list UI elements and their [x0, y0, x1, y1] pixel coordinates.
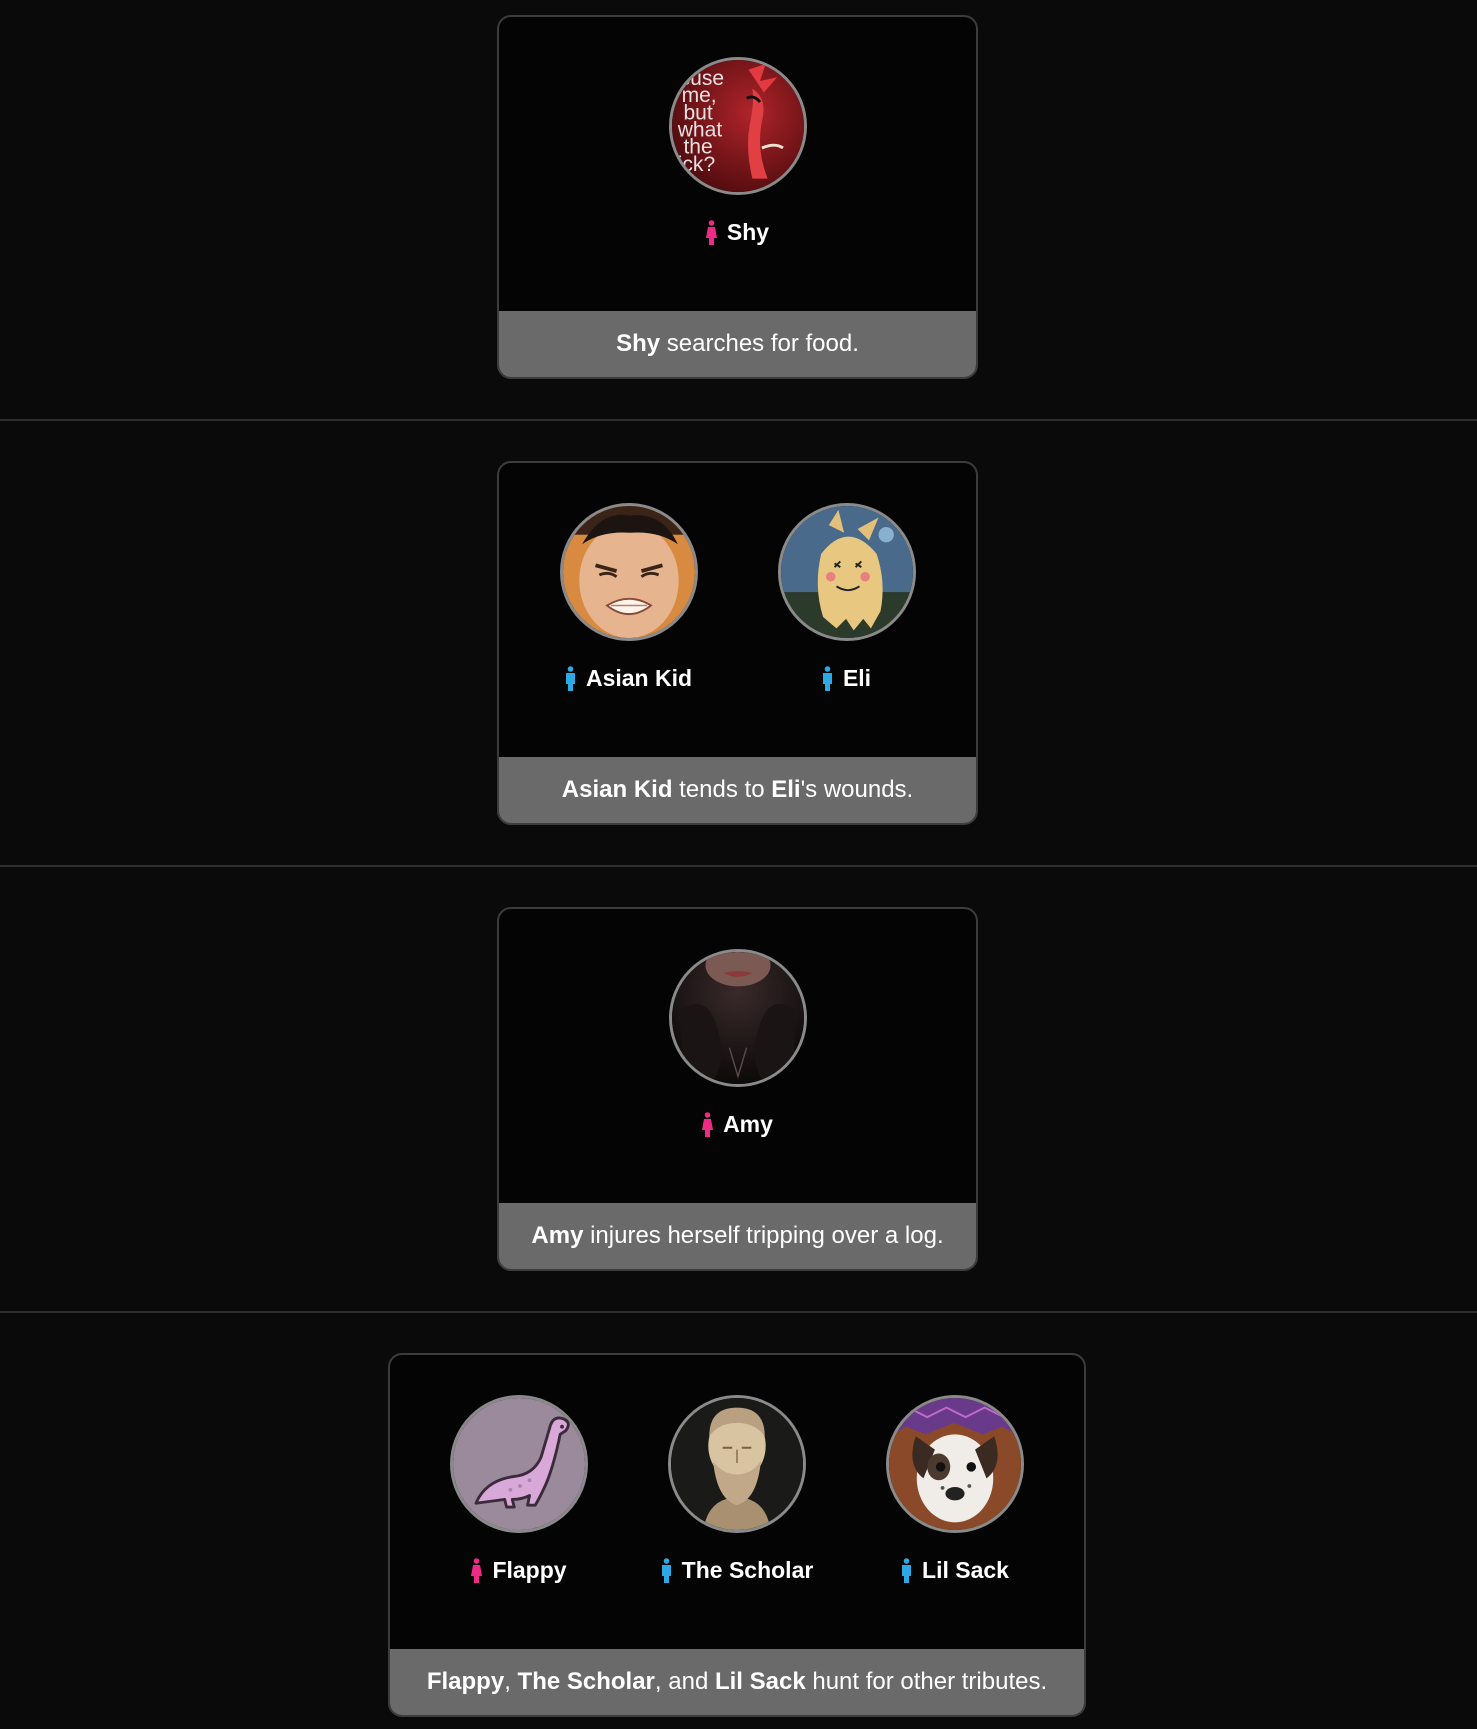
tribute-name-row: Amy [702, 1111, 773, 1138]
tribute-avatar [668, 1395, 806, 1533]
female-icon [702, 1111, 714, 1137]
tribute: Eli [738, 503, 956, 692]
tribute-name: Shy [726, 219, 770, 245]
event-caption: Amy injures herself tripping over a log. [499, 1203, 976, 1269]
svg-text:ick?: ick? [677, 153, 714, 176]
tribute-list: cuse me, but what the ick? Shy [499, 57, 976, 246]
male-icon [822, 665, 832, 691]
pink-dinosaur-avatar-icon [453, 1398, 585, 1530]
caption-part: Shy [616, 330, 661, 357]
dog-avatar-icon [889, 1398, 1021, 1530]
grimacing-face-avatar-icon [562, 506, 695, 638]
bust-statue-avatar-icon [671, 1398, 803, 1530]
caption-part: , and [654, 1668, 715, 1695]
section-divider [0, 1311, 1477, 1313]
caption-part: searches for food. [660, 330, 859, 357]
male-icon [661, 1557, 671, 1583]
tribute-name-row: Asian Kid [565, 665, 692, 692]
tribute-name: The Scholar [681, 1557, 814, 1583]
tribute-name-row: Lil Sack [901, 1557, 1009, 1584]
event-section-3: Amy Amy injures herself tripping over a … [0, 892, 1477, 1338]
caption-part: Lil Sack [714, 1668, 806, 1695]
event-caption: Flappy, The Scholar, and Lil Sack hunt f… [390, 1649, 1084, 1715]
tribute-name: Asian Kid [585, 665, 693, 691]
tribute-avatar [886, 1395, 1024, 1533]
caption-part: , [504, 1668, 518, 1695]
tribute-avatar [450, 1395, 588, 1533]
tribute-avatar: cuse me, but what the ick? [668, 57, 807, 195]
event-card: Flappy The Scholar Lil Sack Flappy , The… [388, 1353, 1086, 1717]
tribute-name-row: The Scholar [661, 1557, 814, 1584]
tribute-name: Lil Sack [922, 1557, 1009, 1583]
tribute: The Scholar [628, 1395, 846, 1584]
demon-meme-avatar-icon: cuse me, but what the ick? [671, 60, 804, 192]
tribute: Asian Kid [520, 503, 738, 692]
caption-part: tends to [672, 776, 772, 803]
tribute-list: Flappy The Scholar Lil Sack [390, 1395, 1084, 1584]
tribute-name-row: Shy [705, 219, 770, 246]
tribute-name-row: Flappy [471, 1557, 567, 1584]
female-icon [471, 1557, 483, 1583]
female-icon [705, 219, 717, 245]
tribute: Lil Sack [846, 1395, 1064, 1584]
caption-part: The Scholar [517, 1668, 655, 1695]
caption-part: hunt for other tributes. [805, 1668, 1048, 1695]
tribute: Amy [629, 949, 847, 1138]
tribute: Flappy [410, 1395, 628, 1584]
event-card: cuse me, but what the ick? Shy Shy searc… [497, 15, 978, 379]
tribute-avatar [559, 503, 698, 641]
event-card: Amy Amy injures herself tripping over a … [497, 907, 978, 1271]
caption-part: Amy [531, 1222, 584, 1249]
male-icon [902, 1557, 912, 1583]
tribute-name: Amy [723, 1111, 773, 1137]
event-section-4: Flappy The Scholar Lil Sack Flappy , The… [0, 1338, 1477, 1729]
caption-part: injures herself tripping over a log. [583, 1222, 944, 1249]
caption-part: Asian Kid [561, 776, 673, 803]
caption-part: Eli [771, 776, 801, 803]
event-card: Asian Kid Eli Asian Kid tends to Eli 's … [497, 461, 978, 825]
tribute-name-row: Eli [822, 665, 871, 692]
tribute-list: Asian Kid Eli [499, 503, 976, 692]
caption-part: Flappy [426, 1668, 505, 1695]
tribute: cuse me, but what the ick? Shy [629, 57, 847, 246]
section-divider [0, 865, 1477, 867]
event-caption: Shy searches for food. [499, 311, 976, 377]
dark-portrait-avatar-icon [671, 952, 804, 1084]
event-section-1: cuse me, but what the ick? Shy Shy searc… [0, 0, 1477, 421]
mimikyu-avatar-icon [780, 506, 913, 638]
tribute-name: Flappy [492, 1557, 567, 1583]
male-icon [565, 665, 575, 691]
tribute-avatar [777, 503, 916, 641]
caption-part: 's wounds. [800, 776, 914, 803]
section-divider [0, 419, 1477, 421]
event-section-2: Asian Kid Eli Asian Kid tends to Eli 's … [0, 446, 1477, 892]
tribute-avatar [668, 949, 807, 1087]
tribute-list: Amy [499, 949, 976, 1138]
tribute-name: Eli [842, 665, 872, 691]
event-caption: Asian Kid tends to Eli's wounds. [499, 757, 976, 823]
